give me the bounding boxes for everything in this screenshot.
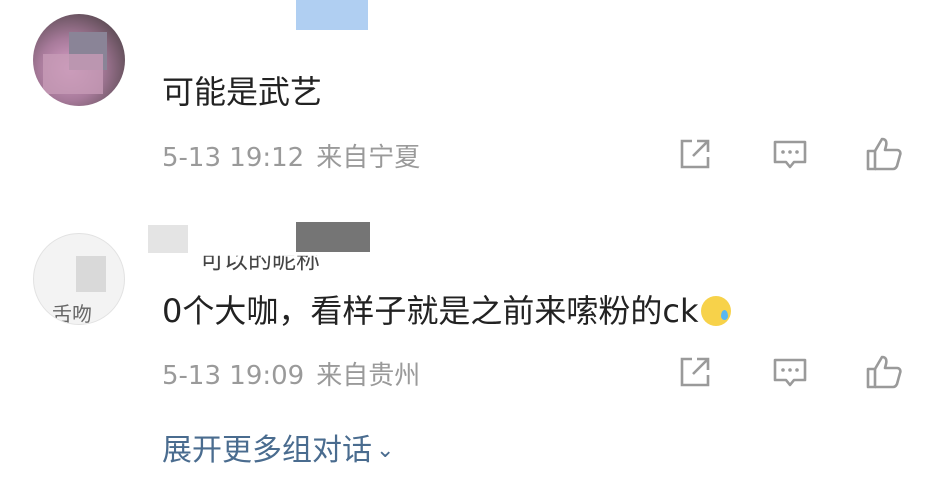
avatar-text: 舌吻	[52, 302, 92, 325]
expand-more-conversations-link[interactable]: 展开更多组对话 ⌄	[162, 425, 394, 469]
redacted-username	[296, 222, 370, 252]
comment-time: 5-13 19:09	[162, 361, 305, 391]
expand-label: 展开更多组对话	[162, 433, 372, 468]
comment-item: 可能是武艺 5-13 19:12 来自宁夏	[0, 0, 944, 200]
comment-item: 舌吻 可以的昵称 0个大咖，看样子就是之前来嗦粉的ck 5-13 19:09 来自…	[0, 200, 944, 415]
share-icon[interactable]	[675, 134, 715, 174]
comment-icon[interactable]	[770, 352, 810, 392]
comment-location: 来自贵州	[316, 361, 421, 391]
like-icon[interactable]	[864, 352, 904, 392]
redacted-username	[148, 225, 188, 253]
avatar[interactable]: 舌吻	[33, 233, 125, 325]
like-icon[interactable]	[864, 134, 904, 174]
comment-icon[interactable]	[770, 134, 810, 174]
comment-meta: 5-13 19:12 来自宁夏	[162, 137, 420, 174]
comment-text: 0个大咖，看样子就是之前来嗦粉的ck	[162, 286, 731, 332]
avatar[interactable]	[33, 14, 125, 106]
sweat-emoji-icon	[700, 296, 731, 326]
comment-text-body: 0个大咖，看样子就是之前来嗦粉的ck	[162, 292, 699, 330]
comment-meta: 5-13 19:09 来自贵州	[162, 355, 420, 392]
share-icon[interactable]	[675, 352, 715, 392]
comment-time: 5-13 19:12	[162, 143, 305, 173]
comment-text: 可能是武艺	[162, 73, 323, 111]
chevron-down-icon: ⌄	[376, 438, 395, 463]
redacted-username	[296, 0, 368, 30]
comment-location: 来自宁夏	[316, 143, 421, 173]
